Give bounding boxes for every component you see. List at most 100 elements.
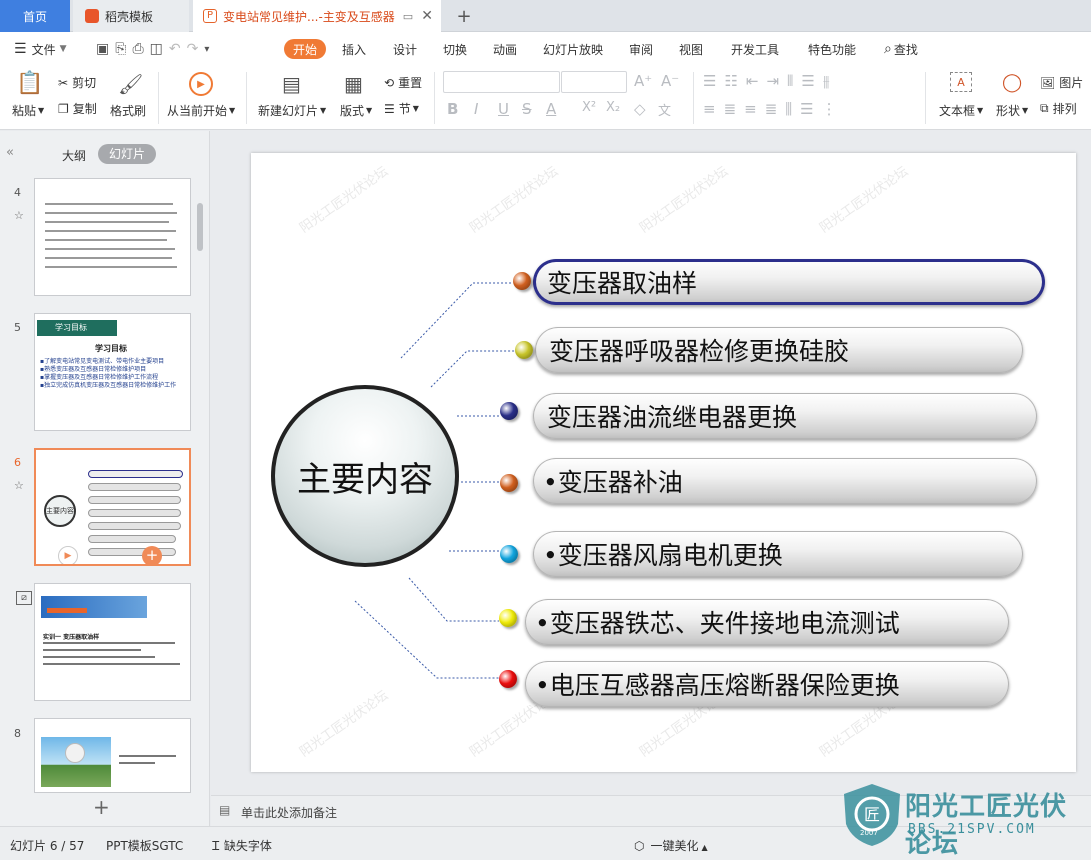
menu-insert[interactable]: 插入 xyxy=(342,32,366,66)
preview-icon[interactable]: ◫ xyxy=(150,41,169,57)
notes-icon: ▤ xyxy=(219,803,231,817)
topic-item-6[interactable]: •变压器铁芯、夹件接地电流测试 xyxy=(525,599,1009,645)
menu-view-label: 视图 xyxy=(679,42,704,57)
topic-item-5[interactable]: •变压器风扇电机更换 xyxy=(533,531,1023,577)
play-from-current-label: 从当前开始 xyxy=(167,104,228,118)
thumb-pill xyxy=(88,522,181,530)
search-icon: ⌕ xyxy=(884,41,892,57)
arrange-icon: ⧉ xyxy=(1040,101,1049,115)
superscript-icon[interactable]: X² xyxy=(582,100,596,115)
shrink-font-icon[interactable]: A⁻ xyxy=(661,72,679,90)
paste-icon[interactable]: 📋 xyxy=(16,71,43,96)
slide-panel: « 大纲 幻灯片 4 ☆ 5 学习目标 学习目标 ▪了解变电站常见变电测试、带电… xyxy=(0,131,210,826)
copy-button[interactable]: ❐ 复制 xyxy=(58,100,97,117)
menu-transition[interactable]: 切换 xyxy=(443,32,467,66)
thumb-line: ▪熟悉变压器及互感器日常检修维护项目 xyxy=(40,366,147,373)
slide-thumbnail-7[interactable]: 实训一 变压器取油样 xyxy=(34,583,191,701)
paste-button[interactable]: 粘贴 ▼ xyxy=(12,102,44,119)
bullet-dot-3 xyxy=(500,402,518,420)
menu-review[interactable]: 审阅 xyxy=(629,32,653,66)
textbox-button[interactable]: 文本框 ▼ xyxy=(939,102,983,119)
picture-button[interactable]: 🖼 图片 xyxy=(1040,74,1083,91)
slide-thumbnail-6[interactable]: 主要内容 ▶ + xyxy=(34,448,191,566)
outline-tab[interactable]: 大纲 xyxy=(62,147,86,164)
undo-icon[interactable]: ↶ xyxy=(169,41,187,57)
missing-font-button[interactable]: Ꮖ 缺失字体 xyxy=(212,837,272,854)
topic-item-1[interactable]: 变压器取油样 xyxy=(533,259,1045,305)
file-menu[interactable]: ☰ 文件 ▼ xyxy=(14,32,67,66)
reset-button[interactable]: ⟲ 重置 xyxy=(384,74,422,91)
ribbon-toolbar: 📋 粘贴 ▼ ✂ 剪切 ❐ 复制 🖌 格式刷 ▶ 从当前开始 ▼ ▤ 新建幻灯片 ▼ ▦ … xyxy=(0,66,1091,130)
align-icons[interactable]: ≡≣≡≣⫼☰⋮ xyxy=(703,100,845,118)
format-painter-button[interactable]: 格式刷 xyxy=(110,102,146,119)
topic-item-7[interactable]: •电压互感器高压熔断器保险更换 xyxy=(525,661,1009,707)
add-slide-icon[interactable]: + xyxy=(142,546,162,564)
thumb-pill xyxy=(88,509,181,517)
eraser-icon[interactable]: ◇ xyxy=(634,100,646,118)
print-icon[interactable]: ⎙ xyxy=(132,41,149,57)
slides-tab[interactable]: 幻灯片 xyxy=(98,144,156,164)
beautify-button[interactable]: ⬡ 一键美化 ▲ xyxy=(634,837,708,854)
menu-start[interactable]: 开始 xyxy=(284,39,327,59)
template-name[interactable]: PPT模板SGTC xyxy=(106,837,183,854)
slide-thumbnail-8[interactable] xyxy=(34,718,191,793)
section-button[interactable]: ☰ 节 ▼ xyxy=(384,100,419,117)
more-icon[interactable]: ▾ xyxy=(204,44,215,55)
tab-template[interactable]: 稻壳模板 xyxy=(73,0,189,32)
export-icon[interactable]: ⎘ xyxy=(115,41,132,57)
phonetic-icon[interactable]: 文 xyxy=(658,100,671,119)
chevron-down-icon: ▼ xyxy=(38,106,45,115)
subscript-icon[interactable]: X₂ xyxy=(606,100,620,115)
play-icon: ▶ xyxy=(189,72,213,96)
menu-slideshow[interactable]: 幻灯片放映 xyxy=(543,32,603,66)
slide-position: 幻灯片 6 / 57 xyxy=(10,839,85,853)
slide-thumbnail-5[interactable]: 学习目标 学习目标 ▪了解变电站常见变电测试、带电作业主要项目 ▪熟悉变压器及互… xyxy=(34,313,191,431)
new-tab-button[interactable]: + xyxy=(452,0,476,32)
menu-design[interactable]: 设计 xyxy=(393,32,417,66)
arrange-button[interactable]: ⧉ 排列 xyxy=(1040,100,1077,117)
font-family-select[interactable] xyxy=(443,71,560,93)
play-from-current-button[interactable]: 从当前开始 ▼ xyxy=(167,102,235,119)
strikethrough-icon[interactable]: S xyxy=(522,100,532,118)
font-size-select[interactable] xyxy=(561,71,627,93)
underline-icon[interactable]: U xyxy=(498,100,509,118)
quick-access-toolbar[interactable]: ▣ ⎘ ⎙ ◫ ↶ ↷ ▾ xyxy=(96,32,215,66)
thumb-line: ▪独立完成仿真机变压器及互感器日常检修维护工作 xyxy=(40,382,177,389)
tab-document[interactable]: P 变电站常见维护...-主变及互感器 ▭ ✕ xyxy=(193,0,441,32)
menu-devtools-label: 开发工具 xyxy=(731,42,780,57)
bold-icon[interactable]: B xyxy=(447,100,458,118)
slide-thumbnail-4[interactable] xyxy=(34,178,191,296)
topic-item-3[interactable]: 变压器油流继电器更换 xyxy=(533,393,1037,439)
list-icons[interactable]: ☰☷⇤⇥⫴☰⫵ xyxy=(703,72,838,90)
scrollbar[interactable] xyxy=(197,203,203,251)
collapse-icon[interactable]: « xyxy=(6,145,14,160)
menu-view[interactable]: 视图 xyxy=(679,32,703,66)
new-slide-button[interactable]: 新建幻灯片 ▼ xyxy=(258,102,326,119)
topic-item-2[interactable]: 变压器呼吸器检修更换硅胶 xyxy=(535,327,1023,373)
shape-button[interactable]: 形状 ▼ xyxy=(996,102,1028,119)
play-icon[interactable]: ▶ xyxy=(58,546,78,564)
save-icon[interactable]: ▣ xyxy=(96,41,115,57)
menu-features[interactable]: 特色功能 xyxy=(808,32,856,66)
layout-button[interactable]: 版式 ▼ xyxy=(340,102,372,119)
chevron-down-icon: ▼ xyxy=(320,106,327,115)
font-color-icon[interactable]: A xyxy=(546,100,556,118)
add-slide-button[interactable]: + xyxy=(93,795,110,819)
slide-number: 6 xyxy=(14,456,21,469)
tab-home[interactable]: 首页 xyxy=(0,0,70,32)
slide-canvas[interactable]: 阳光工匠光伏论坛 阳光工匠光伏论坛 阳光工匠光伏论坛 阳光工匠光伏论坛 阳光工匠… xyxy=(251,153,1076,772)
cut-label: 剪切 xyxy=(72,76,97,90)
close-icon[interactable]: ✕ xyxy=(421,8,433,24)
menu-animation[interactable]: 动画 xyxy=(493,32,517,66)
cut-button[interactable]: ✂ 剪切 xyxy=(58,74,96,91)
redo-icon[interactable]: ↷ xyxy=(187,41,205,57)
layout-label: 版式 xyxy=(340,104,365,118)
menu-devtools[interactable]: 开发工具 xyxy=(731,32,779,66)
topic-item-4[interactable]: •变压器补油 xyxy=(533,458,1037,504)
search-button[interactable]: ⌕ 查找 xyxy=(884,32,918,66)
window-icon[interactable]: ▭ xyxy=(403,10,413,23)
grow-font-icon[interactable]: A⁺ xyxy=(634,72,652,90)
center-title[interactable]: 主要内容 xyxy=(275,389,455,563)
section-icon: ☰ xyxy=(384,101,395,116)
italic-icon[interactable]: I xyxy=(474,100,478,118)
